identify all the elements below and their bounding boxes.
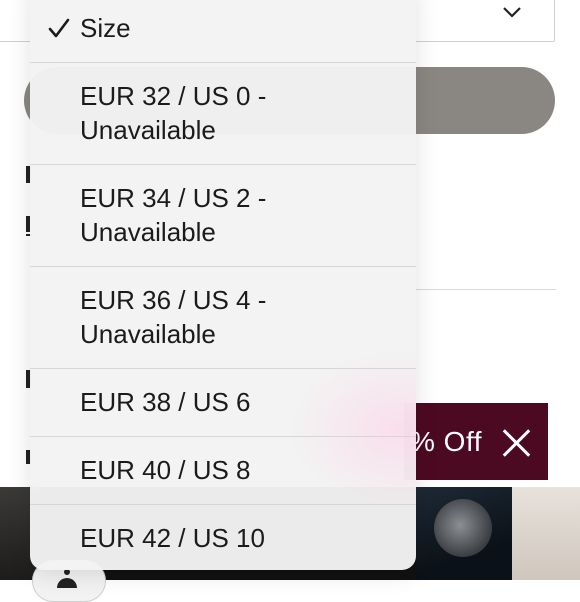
artwork-image	[434, 499, 492, 557]
picker-option[interactable]: EUR 42 / US 10	[30, 504, 416, 570]
chevron-down-icon	[503, 7, 521, 18]
thumbnail-image[interactable]	[416, 487, 512, 580]
option-label: Size	[80, 13, 131, 43]
option-label: EUR 42 / US 10	[80, 523, 265, 553]
divider	[415, 289, 556, 290]
promo-banner[interactable]: % Off	[404, 403, 548, 480]
picker-option-size[interactable]: Size	[30, 0, 416, 62]
option-label: EUR 34 / US 2 - Unavailable	[80, 183, 267, 247]
promo-text: % Off	[410, 426, 483, 457]
picker-option[interactable]: EUR 40 / US 8	[30, 436, 416, 504]
thumbnail-image[interactable]	[512, 487, 580, 580]
picker-option[interactable]: EUR 34 / US 2 - Unavailable	[30, 164, 416, 266]
checkmark-icon	[48, 18, 70, 38]
option-label: EUR 32 / US 0 - Unavailable	[80, 81, 267, 145]
picker-option[interactable]: EUR 32 / US 0 - Unavailable	[30, 62, 416, 164]
picker-option[interactable]: EUR 36 / US 4 - Unavailable	[30, 266, 416, 368]
picker-option[interactable]: EUR 38 / US 6	[30, 368, 416, 436]
option-label: EUR 40 / US 8	[80, 455, 251, 485]
close-icon[interactable]	[500, 427, 532, 459]
option-label: EUR 38 / US 6	[80, 387, 251, 417]
option-label: EUR 36 / US 4 - Unavailable	[80, 285, 267, 349]
size-picker[interactable]: Size EUR 32 / US 0 - Unavailable EUR 34 …	[30, 0, 416, 570]
